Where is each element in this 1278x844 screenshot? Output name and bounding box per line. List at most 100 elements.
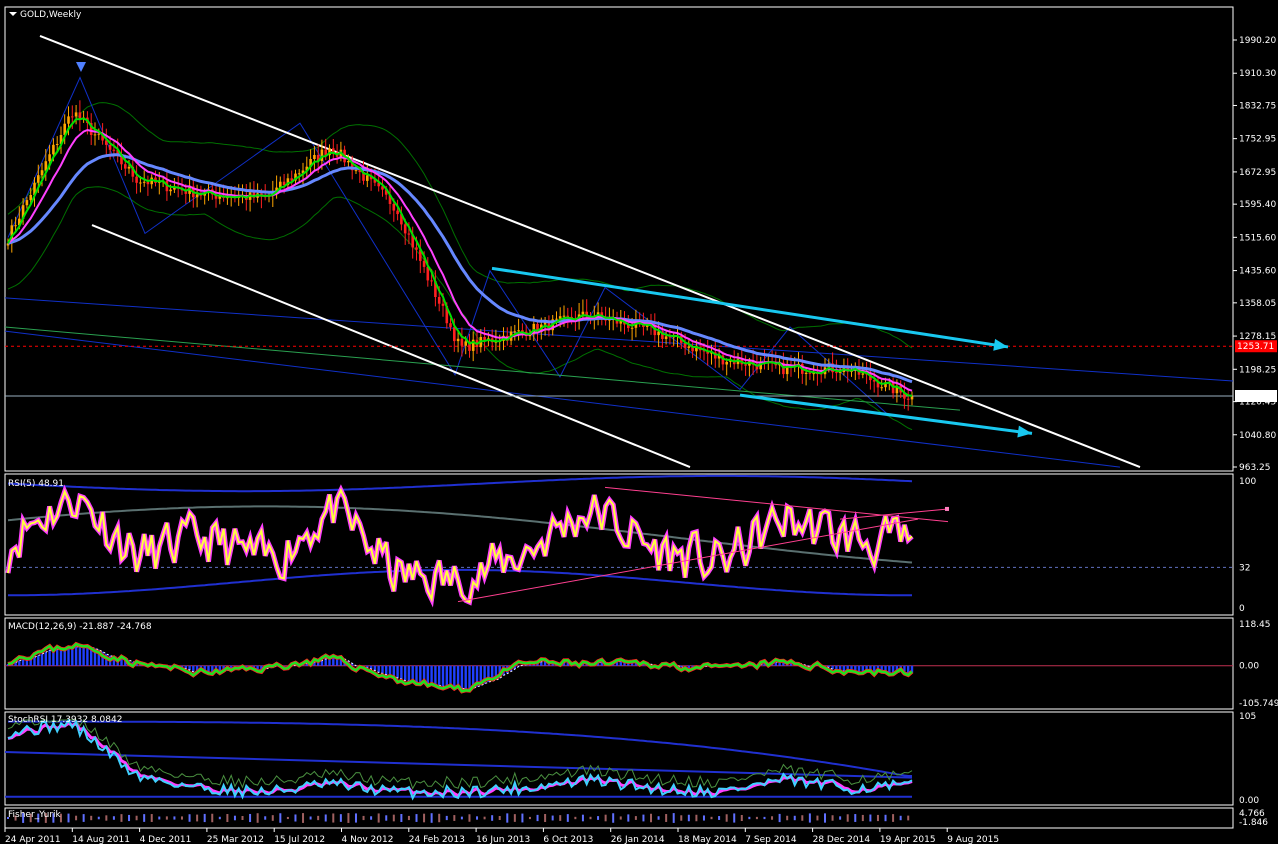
fisher-bar (695, 814, 698, 822)
price-axis-label: 1595.40 (1239, 200, 1276, 210)
candle-body (48, 154, 51, 162)
candle-body (437, 297, 441, 304)
fisher-bar (407, 815, 410, 821)
fisher-bar (612, 813, 615, 823)
macd-hist-bar (400, 665, 403, 679)
macd-hist-bar (71, 648, 74, 666)
candle-body (804, 372, 808, 374)
candle-body (422, 260, 426, 267)
fisher-bar (218, 816, 221, 820)
rsi-axis-label: 32 (1239, 563, 1250, 573)
date-axis-label: 9 Aug 2015 (947, 835, 999, 844)
fisher-bar (392, 814, 395, 822)
rsi-trend-handle[interactable] (945, 506, 949, 511)
macd-hist-bar (404, 665, 407, 681)
macd-hist-bar (324, 658, 327, 666)
fisher-bar (128, 814, 131, 822)
fisher-bar (854, 814, 857, 822)
candle-body (14, 225, 17, 227)
fisher-bar (755, 816, 758, 820)
fisher-bar (165, 816, 168, 820)
date-axis-label: 18 May 2014 (678, 835, 737, 844)
cyan-arrow-upper[interactable] (491, 266, 1009, 349)
fisher-bar (445, 815, 448, 821)
peak-arrow-icon (76, 62, 86, 72)
candle-body (430, 280, 433, 282)
fisher-bar (597, 816, 600, 820)
fisher-bar (67, 813, 70, 823)
fisher-bar (498, 815, 501, 821)
fisher-bar (793, 815, 796, 821)
date-axis-label: 24 Feb 2013 (409, 835, 465, 844)
candle-body (124, 164, 127, 169)
rsi-trend-rising (457, 518, 919, 603)
candle-body (52, 144, 55, 155)
macd-hist-bar (74, 646, 78, 666)
fisher-bar (317, 815, 320, 821)
menu-triangle-icon[interactable] (9, 12, 17, 16)
macd-hist-bar (381, 665, 384, 674)
candle-body (354, 170, 358, 172)
fisher-bar (468, 814, 471, 822)
fisher-bar (460, 816, 463, 820)
candle-body (25, 200, 29, 206)
macd-hist-bar (415, 665, 418, 683)
fisher-bar (286, 816, 289, 820)
fisher-bar (680, 815, 683, 821)
candle-body (460, 338, 464, 346)
candle-body (78, 112, 82, 119)
date-axis-label: 4 Dec 2011 (140, 835, 192, 844)
macd-hist-bar (460, 665, 464, 689)
fisher-bar (574, 816, 577, 820)
macd-hist-bar (392, 665, 395, 676)
fisher-bar (778, 813, 781, 823)
macd-hist-bar (426, 665, 429, 684)
macd-hist-bar (388, 665, 392, 676)
candle-body (449, 323, 452, 328)
fisher-bar (718, 816, 721, 820)
price-axis-label: 1040.80 (1239, 431, 1276, 441)
macd-panel[interactable]: MACD(12,26,9) -21.887 -24.768 (5, 622, 1233, 694)
stochrsi-panel[interactable]: StochRSI 17.3932 8.0842 (4, 715, 913, 801)
macd-hist-bar (33, 657, 36, 666)
rsi-panel[interactable]: RSI(5) 48.91 (5, 474, 1233, 608)
macd-hist-bar (430, 665, 433, 684)
rsi-axis-label: 100 (1239, 477, 1256, 487)
fisher-bar (423, 813, 426, 823)
cyan-arrow-lower-head (1017, 425, 1032, 438)
candle-body (441, 303, 445, 306)
fisher-bar (476, 816, 479, 820)
current-price-label: 1134.01 (1237, 392, 1274, 402)
macd-hist-bar (449, 665, 452, 687)
ma-fast-line (7, 117, 913, 397)
fisher-bar (665, 814, 668, 822)
fisher-bar (112, 816, 115, 820)
panel-frame-stoch (4, 711, 1234, 806)
trading-chart-window[interactable]: GOLD,Weekly RSI(5) 48.91 MACD(12,26,9) -… (0, 0, 1278, 844)
red-price-label: 1253.71 (1237, 342, 1274, 352)
date-axis-label: 19 Apr 2015 (880, 835, 936, 844)
fisher-bar (354, 813, 357, 823)
fisher-panel[interactable]: Fisher_Yurik (7, 810, 910, 823)
fisher-bar (249, 813, 252, 823)
main-price-panel[interactable]: GOLD,Weekly (4, 10, 1234, 469)
macd-hist-bar (438, 665, 441, 686)
date-axis-label: 28 Dec 2014 (813, 835, 871, 844)
macd-hist-bar (456, 665, 460, 687)
fisher-bar (824, 813, 827, 823)
macd-hist-bar (407, 665, 411, 682)
fisher-bar (634, 816, 637, 820)
price-axis-label: 1515.60 (1239, 233, 1276, 243)
fisher-bar (324, 814, 327, 822)
fisher-bar (135, 815, 138, 821)
fisher-bar (892, 814, 895, 822)
price-axis-label: 1752.95 (1239, 135, 1276, 145)
fisher-bar (619, 816, 622, 820)
rsi-band-upper (7, 474, 913, 493)
macd-hist-bar (48, 650, 51, 666)
macd-hist-bar (434, 665, 437, 685)
panel-frame-macd (4, 617, 1234, 710)
fisher-bar (566, 814, 569, 822)
cyan-arrow-lower[interactable] (739, 393, 1033, 435)
candle-body (67, 116, 70, 124)
